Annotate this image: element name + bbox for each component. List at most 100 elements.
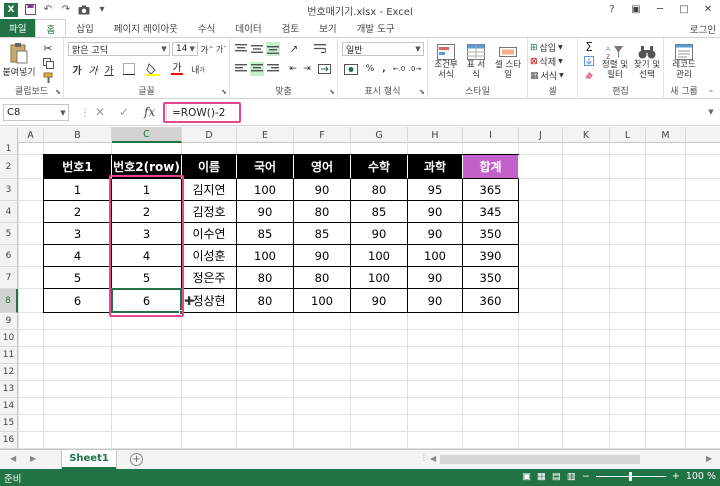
- zoom-slider[interactable]: [595, 472, 666, 481]
- cell-g7[interactable]: 100: [351, 267, 408, 289]
- row-header-8[interactable]: 8: [0, 289, 18, 313]
- align-bottom-icon[interactable]: [266, 42, 280, 56]
- cell-d3[interactable]: 김지연: [182, 179, 237, 201]
- align-right-icon[interactable]: [266, 62, 280, 76]
- header-cell-i[interactable]: 합계: [463, 155, 519, 179]
- name-box[interactable]: C8 ▼: [3, 104, 69, 121]
- header-cell-f[interactable]: 영어: [294, 155, 351, 179]
- cell-c4[interactable]: 2: [112, 201, 182, 223]
- format-painter-icon[interactable]: [40, 71, 56, 83]
- save-icon[interactable]: [24, 4, 36, 16]
- number-format-combo[interactable]: 일반 ▼: [342, 42, 424, 56]
- copy-icon[interactable]: [40, 57, 56, 69]
- row-header-4[interactable]: 4: [0, 201, 18, 223]
- align-top-icon[interactable]: [234, 42, 248, 56]
- column-header-f[interactable]: F: [294, 127, 351, 143]
- next-sheet-icon[interactable]: ▶: [30, 454, 36, 463]
- row-header-9[interactable]: 9: [0, 313, 18, 330]
- align-center-icon[interactable]: [250, 62, 264, 76]
- cell-c3[interactable]: 1: [112, 179, 182, 201]
- add-sheet-icon[interactable]: +: [130, 453, 143, 466]
- increase-indent-icon[interactable]: ⇥: [300, 62, 314, 76]
- cell-b7[interactable]: 5: [44, 267, 112, 289]
- scroll-right-icon[interactable]: ▶: [706, 454, 712, 463]
- decrease-indent-icon[interactable]: ⇤: [286, 62, 300, 76]
- tab-developer[interactable]: 개발 도구: [347, 19, 405, 37]
- cell-e8[interactable]: 80: [237, 289, 294, 313]
- row-header-16[interactable]: 16: [0, 432, 18, 449]
- cell-f7[interactable]: 80: [294, 267, 351, 289]
- cell-h8[interactable]: 90: [408, 289, 463, 313]
- cell-c6[interactable]: 4: [112, 245, 182, 267]
- row-header-12[interactable]: 12: [0, 364, 18, 381]
- insert-function-icon[interactable]: fx: [144, 105, 155, 119]
- cell-c7[interactable]: 5: [112, 267, 182, 289]
- cell-i7[interactable]: 350: [463, 267, 519, 289]
- cell-i4[interactable]: 345: [463, 201, 519, 223]
- cell-e5[interactable]: 85: [237, 223, 294, 245]
- tab-split-grip-icon[interactable]: ⋮: [420, 453, 428, 462]
- number-launcher-icon[interactable]: ⬊: [419, 88, 425, 96]
- cell-g5[interactable]: 90: [351, 223, 408, 245]
- sheet-tab-sheet1[interactable]: Sheet1: [62, 450, 116, 469]
- orientation-icon[interactable]: ↗: [286, 42, 302, 56]
- worksheet-grid[interactable]: 번호1 번호2(row) 이름 국어 영어 수학 과학 합계 1 1 김지연 100 90 80 95 365…: [18, 143, 720, 449]
- shrink-font-icon[interactable]: 가ˇ: [215, 42, 227, 56]
- zoom-in-icon[interactable]: +: [672, 471, 680, 482]
- cell-c8[interactable]: 6: [112, 289, 182, 313]
- macro-record-icon[interactable]: ▣: [522, 471, 531, 482]
- header-cell-b[interactable]: 번호1: [44, 155, 112, 179]
- tab-view[interactable]: 보기: [309, 19, 346, 37]
- undo-icon[interactable]: ↶: [42, 4, 54, 16]
- cell-e4[interactable]: 90: [237, 201, 294, 223]
- column-header-g[interactable]: G: [351, 127, 408, 143]
- cell-b4[interactable]: 2: [44, 201, 112, 223]
- ribbon-display-icon[interactable]: ▣: [624, 0, 648, 19]
- cell-b8[interactable]: 6: [44, 289, 112, 313]
- delete-cells-button[interactable]: ⊠ 삭제 ▼: [530, 55, 576, 69]
- cell-c5[interactable]: 3: [112, 223, 182, 245]
- cell-h7[interactable]: 90: [408, 267, 463, 289]
- column-header-e[interactable]: E: [237, 127, 294, 143]
- tab-review[interactable]: 검토: [272, 19, 309, 37]
- horizontal-scrollbar[interactable]: ◀ ▶: [430, 454, 716, 465]
- column-header-j[interactable]: J: [519, 127, 563, 143]
- cell-d4[interactable]: 김정호: [182, 201, 237, 223]
- cell-d5[interactable]: 이수연: [182, 223, 237, 245]
- close-icon[interactable]: ✕: [696, 0, 720, 19]
- header-cell-c[interactable]: 번호2(row): [112, 155, 182, 179]
- select-all-corner[interactable]: [0, 127, 18, 143]
- percent-button[interactable]: %: [364, 62, 376, 76]
- zoom-level[interactable]: 100 %: [686, 471, 716, 482]
- sort-filter-button[interactable]: AZ 정렬 및 필터: [600, 40, 630, 84]
- tab-home[interactable]: 홈: [35, 19, 67, 37]
- font-size-combo[interactable]: 14 ▼: [172, 42, 198, 56]
- font-color-icon[interactable]: 가: [168, 62, 186, 76]
- cell-i3[interactable]: 365: [463, 179, 519, 201]
- login-link[interactable]: 로그인: [690, 22, 716, 36]
- minimize-icon[interactable]: ─: [648, 0, 672, 19]
- cell-i6[interactable]: 390: [463, 245, 519, 267]
- fill-color-icon[interactable]: [144, 62, 162, 76]
- column-header-i[interactable]: I: [463, 127, 519, 143]
- row-header-7[interactable]: 7: [0, 267, 18, 289]
- cell-g4[interactable]: 85: [351, 201, 408, 223]
- cell-b6[interactable]: 4: [44, 245, 112, 267]
- cell-i8[interactable]: 360: [463, 289, 519, 313]
- grow-font-icon[interactable]: 가 ^: [200, 42, 213, 56]
- column-header-b[interactable]: B: [44, 127, 112, 143]
- expand-formula-bar-icon[interactable]: ▼: [706, 107, 716, 117]
- cell-d6[interactable]: 이성훈: [182, 245, 237, 267]
- tab-formulas[interactable]: 수식: [188, 19, 225, 37]
- cell-h5[interactable]: 90: [408, 223, 463, 245]
- insert-cells-button[interactable]: ⊞ 삽입 ▼: [530, 41, 576, 55]
- help-icon[interactable]: ?: [600, 0, 624, 19]
- decrease-decimal-icon[interactable]: .0→: [408, 62, 422, 76]
- cell-f4[interactable]: 80: [294, 201, 351, 223]
- row-header-13[interactable]: 13: [0, 381, 18, 398]
- header-cell-d[interactable]: 이름: [182, 155, 237, 179]
- row-header-5[interactable]: 5: [0, 223, 18, 245]
- tab-file[interactable]: 파일: [0, 19, 36, 37]
- normal-view-icon[interactable]: ▦: [537, 471, 546, 482]
- maximize-icon[interactable]: □: [672, 0, 696, 19]
